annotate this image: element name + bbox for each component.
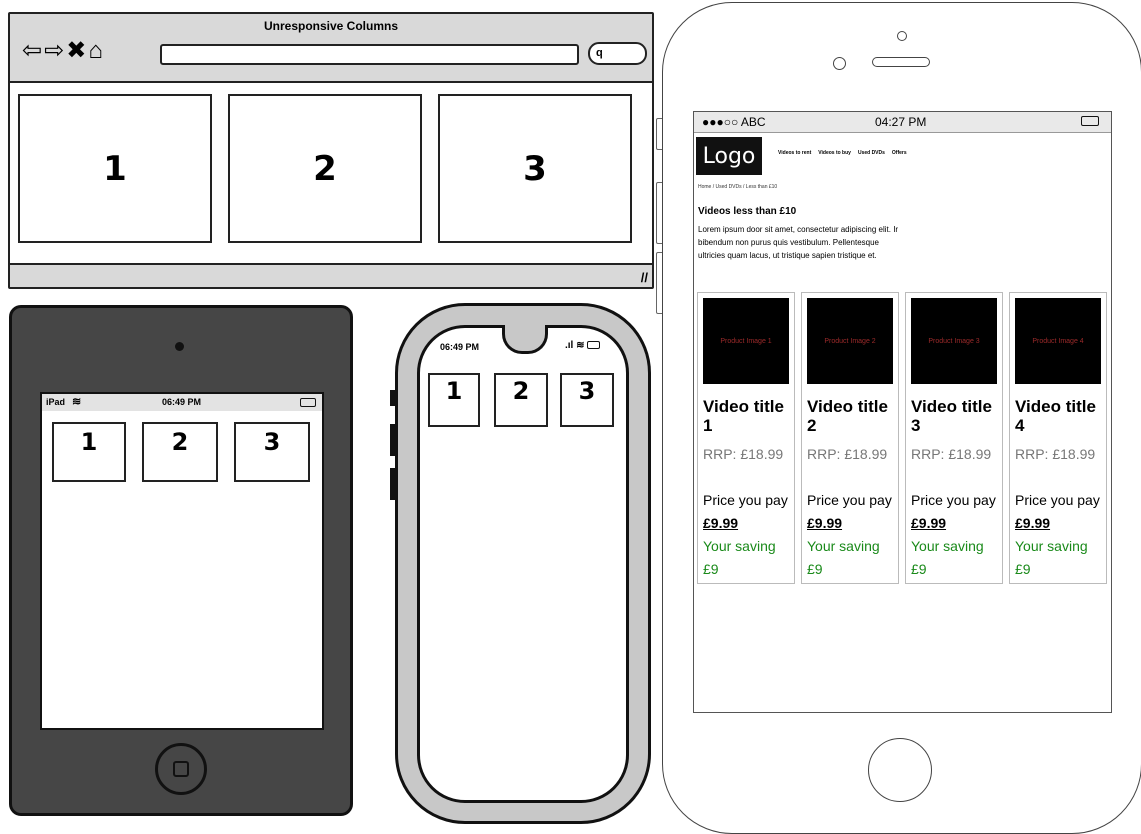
product-rrp: RRP: £18.99 xyxy=(807,446,888,462)
browser-nav-icons[interactable]: ⇦⇨✖⌂ xyxy=(22,36,105,65)
nav-link-buy[interactable]: Videos to buy xyxy=(818,150,851,156)
product-rrp: RRP: £18.99 xyxy=(703,446,784,462)
tablet-column-1: 1 xyxy=(52,422,126,482)
browser-toolbar: Unresponsive Columns ⇦⇨✖⌂ q xyxy=(10,14,652,83)
page-title: Videos less than £10 xyxy=(698,206,797,217)
site-logo[interactable]: Logo xyxy=(696,137,762,175)
tablet-column-2: 2 xyxy=(142,422,218,482)
phone-column-2: 2 xyxy=(494,373,548,427)
tablet-column-3: 3 xyxy=(234,422,310,482)
nav-link-used[interactable]: Used DVDs xyxy=(858,150,885,156)
browser-column-1: 1 xyxy=(18,94,212,243)
intro-text: Lorem ipsum door sit amet, consectetur a… xyxy=(698,225,899,260)
camera-icon xyxy=(175,342,184,351)
breadcrumb[interactable]: Home / Used DVDs / Less than £10 xyxy=(698,184,777,190)
product-rrp: RRP: £18.99 xyxy=(911,446,992,462)
tablet-screen: iPad ≋ 06:49 PM 1 2 3 xyxy=(40,392,324,730)
product-title[interactable]: Video title 3 xyxy=(911,397,1001,435)
phone-time: 06:49 PM xyxy=(440,342,480,352)
battery-icon xyxy=(587,341,601,350)
product-price: Price you pay £9.99 xyxy=(911,489,1001,535)
phone-screen: 06:49 PM .ıl ≋ 1 2 3 xyxy=(417,325,629,803)
product-title[interactable]: Video title 2 xyxy=(807,397,897,435)
product-title[interactable]: Video title 4 xyxy=(1015,397,1105,435)
iphone-screen: ●●●○○ ABC 04:27 PM Logo Videos to rent V… xyxy=(693,111,1112,713)
price-label: Price you pay xyxy=(807,492,892,508)
tablet-wireframe: iPad ≋ 06:49 PM 1 2 3 xyxy=(9,305,353,816)
home-button[interactable] xyxy=(155,743,207,795)
phone-notch xyxy=(502,325,548,354)
product-saving: Your saving £9 xyxy=(911,538,984,577)
carrier-label: ●●●○○ ABC xyxy=(702,115,766,129)
browser-column-2: 2 xyxy=(228,94,422,243)
product-saving: Your saving £9 xyxy=(703,538,776,577)
product-image[interactable]: Product Image 3 xyxy=(911,298,997,384)
phone-status-icons: .ıl ≋ xyxy=(565,340,601,351)
price-value: £9.99 xyxy=(703,515,739,531)
product-saving: Your saving £9 xyxy=(1015,538,1088,577)
price-label: Price you pay xyxy=(703,492,788,508)
resize-grip-icon[interactable]: // xyxy=(641,270,648,285)
sensor-icon xyxy=(833,57,846,70)
device-label: iPad xyxy=(46,397,66,407)
nav-link-offers[interactable]: Offers xyxy=(892,150,907,156)
browser-wireframe: Unresponsive Columns ⇦⇨✖⌂ q 1 2 3 // xyxy=(8,12,654,289)
product-card[interactable]: Product Image 3 Video title 3 RRP: £18.9… xyxy=(905,292,1003,584)
price-label: Price you pay xyxy=(911,492,996,508)
home-icon xyxy=(173,761,189,777)
product-card[interactable]: Product Image 2 Video title 2 RRP: £18.9… xyxy=(801,292,899,584)
browser-statusbar: // xyxy=(10,263,652,287)
speaker-grille xyxy=(872,57,930,67)
price-value: £9.99 xyxy=(1015,515,1051,531)
phone-column-1: 1 xyxy=(428,373,480,427)
price-value: £9.99 xyxy=(911,515,947,531)
iphone-statusbar: ●●●○○ ABC 04:27 PM xyxy=(694,112,1111,133)
wifi-icon: ≋ xyxy=(72,396,82,408)
search-field[interactable]: q xyxy=(588,42,647,65)
phone-column-3: 3 xyxy=(560,373,614,427)
price-value: £9.99 xyxy=(807,515,843,531)
product-rrp: RRP: £18.99 xyxy=(1015,446,1096,462)
product-card[interactable]: Product Image 1 Video title 1 RRP: £18.9… xyxy=(697,292,795,584)
product-image[interactable]: Product Image 1 xyxy=(703,298,789,384)
tablet-time: 06:49 PM xyxy=(162,397,202,407)
product-image[interactable]: Product Image 2 xyxy=(807,298,893,384)
product-saving: Your saving £9 xyxy=(807,538,880,577)
tablet-statusbar: iPad ≋ 06:49 PM xyxy=(42,394,322,411)
product-card[interactable]: Product Image 4 Video title 4 RRP: £18.9… xyxy=(1009,292,1107,584)
site-nav: Videos to rent Videos to buy Used DVDs O… xyxy=(778,150,907,156)
browser-title: Unresponsive Columns xyxy=(263,19,399,33)
nav-link-rent[interactable]: Videos to rent xyxy=(778,150,811,156)
search-icon: q xyxy=(596,47,603,59)
iphone-time: 04:27 PM xyxy=(875,115,927,129)
signal-icon: .ıl xyxy=(565,340,574,351)
iphone-home-button[interactable] xyxy=(868,738,932,802)
battery-icon xyxy=(300,398,316,407)
product-image[interactable]: Product Image 4 xyxy=(1015,298,1101,384)
browser-column-3: 3 xyxy=(438,94,632,243)
price-label: Price you pay xyxy=(1015,492,1100,508)
battery-icon xyxy=(1081,116,1099,126)
wifi-icon: ≋ xyxy=(576,340,585,351)
product-price: Price you pay £9.99 xyxy=(703,489,793,535)
product-price: Price you pay £9.99 xyxy=(1015,489,1105,535)
phone-wireframe: 06:49 PM .ıl ≋ 1 2 3 xyxy=(395,303,651,824)
url-bar[interactable] xyxy=(160,44,579,65)
product-price: Price you pay £9.99 xyxy=(807,489,897,535)
front-camera-icon xyxy=(897,31,907,41)
iphone-wireframe: ●●●○○ ABC 04:27 PM Logo Videos to rent V… xyxy=(662,2,1141,834)
product-title[interactable]: Video title 1 xyxy=(703,397,793,435)
